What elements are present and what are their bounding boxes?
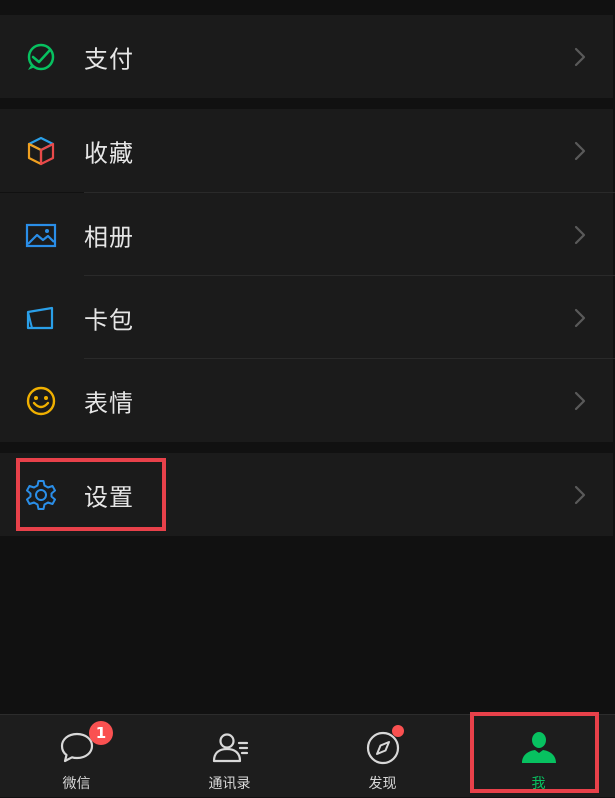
menu-item-pay[interactable]: 支付 — [0, 15, 613, 98]
tab-label: 微信 — [62, 776, 91, 792]
tab-contacts[interactable]: 通讯录 — [153, 715, 306, 798]
chevron-right-icon — [573, 140, 587, 162]
tab-chats[interactable]: 1 微信 — [0, 715, 153, 798]
menu-item-album[interactable]: 相册 — [0, 193, 613, 276]
menu-item-label: 支付 — [84, 45, 134, 73]
me-tab-highlight-box — [470, 712, 599, 793]
unread-badge: 1 — [89, 721, 113, 745]
card-icon — [24, 301, 58, 335]
contacts-icon — [210, 729, 250, 767]
menu-item-stickers[interactable]: 表情 — [0, 359, 613, 442]
tab-discover[interactable]: 发现 — [306, 715, 459, 798]
settings-highlight-box — [16, 458, 166, 531]
chevron-right-icon — [573, 224, 587, 246]
chevron-right-icon — [573, 484, 587, 506]
menu-item-cards[interactable]: 卡包 — [0, 276, 613, 359]
menu-item-favorites[interactable]: 收藏 — [0, 109, 613, 192]
menu-item-label: 收藏 — [84, 139, 134, 167]
wechat-pay-icon — [24, 40, 58, 74]
tab-label: 发现 — [368, 776, 397, 792]
me-page: 支付 收藏 相册 卡包 表情 设置 1 微信 通讯录 发现 我 — [0, 0, 615, 797]
new-content-dot — [392, 725, 404, 737]
chevron-right-icon — [573, 390, 587, 412]
photo-icon — [24, 218, 58, 252]
chevron-right-icon — [573, 307, 587, 329]
tab-label: 通讯录 — [208, 776, 251, 792]
menu-item-label: 卡包 — [84, 306, 134, 334]
smile-icon — [24, 384, 58, 418]
menu-item-label: 相册 — [84, 223, 134, 251]
chevron-right-icon — [573, 46, 587, 68]
cube-icon — [24, 134, 58, 168]
menu-item-label: 表情 — [84, 389, 134, 417]
